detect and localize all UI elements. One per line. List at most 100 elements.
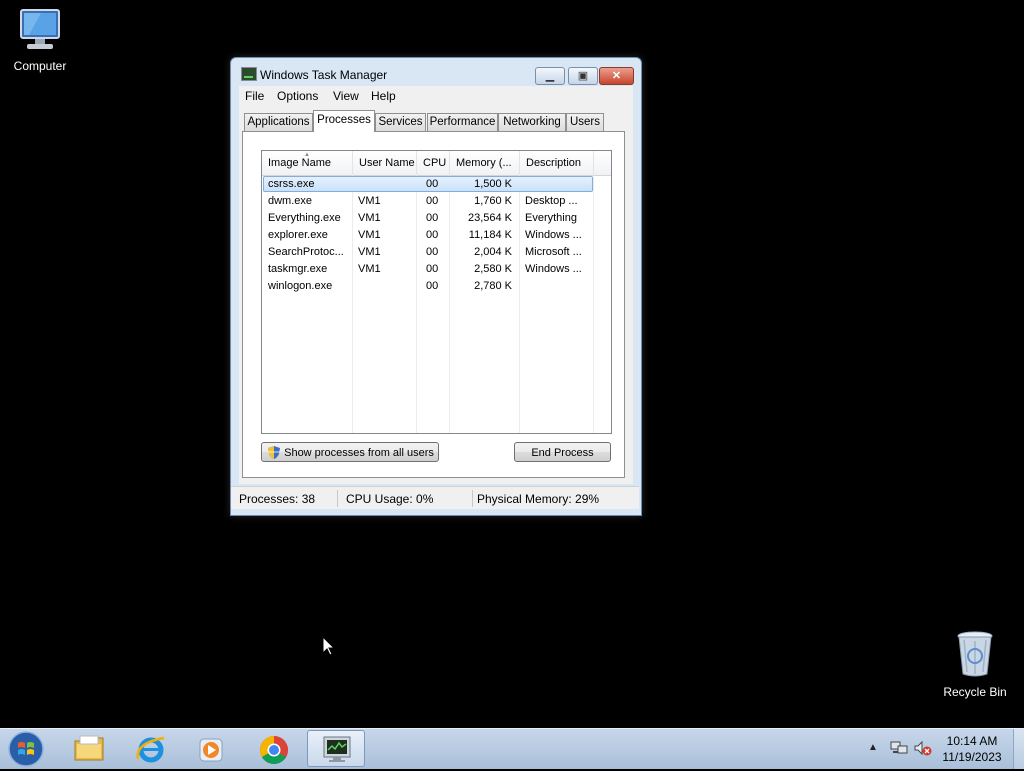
start-button[interactable] [6, 730, 46, 768]
cell-description: Desktop ... [525, 195, 578, 207]
minimize-button[interactable]: ▁ [535, 67, 565, 85]
menu-options[interactable]: Options [277, 89, 318, 103]
menu-bar: File Options View Help [239, 86, 633, 106]
processes-panel: ▲ Image Name User Name CPU Memory (... D… [242, 131, 625, 478]
close-icon: ✕ [611, 70, 622, 82]
menu-file[interactable]: File [245, 89, 264, 103]
cell-cpu: 00 [426, 178, 439, 190]
cell-image-name: csrss.exe [268, 178, 315, 190]
show-all-processes-label: Show processes from all users [284, 447, 434, 459]
cell-user-name: VM1 [358, 246, 381, 258]
desktop-icon-label: Recycle Bin [943, 685, 1007, 699]
windows-start-icon [8, 731, 44, 767]
tab-networking[interactable]: Networking [498, 113, 566, 131]
sort-ascending-icon: ▲ [304, 152, 310, 158]
cell-image-name: SearchProtoc... [268, 246, 344, 258]
table-row[interactable]: SearchProtoc... VM1 00 2,004 K Microsoft… [262, 244, 611, 261]
cell-cpu: 00 [426, 280, 439, 292]
title-bar[interactable]: Windows Task Manager ▁ ▣ ✕ [231, 58, 641, 88]
table-row[interactable]: winlogon.exe 00 2,780 K [262, 278, 611, 295]
table-row[interactable]: taskmgr.exe VM1 00 2,580 K Windows ... [262, 261, 611, 278]
cell-memory: 11,184 K [468, 229, 512, 241]
table-row[interactable]: Everything.exe VM1 00 23,564 K Everythin… [262, 210, 611, 227]
window-title: Windows Task Manager [260, 68, 388, 82]
show-all-processes-button[interactable]: Show processes from all users [261, 442, 439, 462]
cell-cpu: 00 [426, 263, 439, 275]
taskbar-chrome-button[interactable] [245, 730, 303, 767]
maximize-button[interactable]: ▣ [568, 67, 598, 85]
cell-cpu: 00 [426, 212, 439, 224]
system-clock[interactable]: 10:14 AM 11/19/2023 [940, 733, 1004, 765]
tab-services[interactable]: Services [375, 113, 426, 131]
status-physical-memory: Physical Memory: 29% [477, 492, 600, 506]
chrome-icon [260, 736, 288, 764]
task-manager-icon [323, 736, 351, 762]
cell-memory: 2,780 K [474, 280, 512, 292]
column-memory[interactable]: Memory (... [450, 151, 520, 175]
menu-view[interactable]: View [333, 89, 359, 103]
clock-date: 11/19/2023 [942, 750, 1002, 764]
uac-shield-icon [268, 446, 280, 459]
desktop-icon-recycle-bin[interactable]: Recycle Bin [935, 630, 1015, 699]
mouse-cursor-icon [323, 637, 335, 656]
taskbar-internet-explorer-button[interactable] [122, 730, 180, 767]
status-bar: Processes: 38 CPU Usage: 0% Physical Mem… [231, 486, 639, 509]
cell-cpu: 00 [426, 246, 439, 258]
status-cpu-usage: CPU Usage: 0% [346, 492, 434, 506]
cell-image-name: winlogon.exe [268, 280, 333, 292]
cell-image-name: Everything.exe [268, 212, 341, 224]
cell-description: Everything [525, 212, 577, 224]
cell-image-name: explorer.exe [268, 229, 328, 241]
status-divider [337, 490, 338, 507]
column-image-name[interactable]: ▲ Image Name [262, 151, 353, 175]
desktop-icon-label: Computer [13, 59, 67, 73]
process-list[interactable]: ▲ Image Name User Name CPU Memory (... D… [261, 150, 612, 434]
cell-user-name: VM1 [358, 263, 381, 275]
tab-performance[interactable]: Performance [427, 113, 498, 131]
volume-muted-icon[interactable] [914, 740, 932, 756]
taskbar-explorer-button[interactable] [60, 730, 118, 767]
menu-help[interactable]: Help [371, 89, 396, 103]
close-button[interactable]: ✕ [599, 67, 634, 85]
cell-memory: 2,580 K [474, 263, 512, 275]
table-row[interactable]: dwm.exe VM1 00 1,760 K Desktop ... [262, 193, 611, 210]
internet-explorer-icon [136, 736, 165, 763]
table-row[interactable]: explorer.exe VM1 00 11,184 K Windows ... [262, 227, 611, 244]
tab-processes[interactable]: Processes [313, 110, 375, 132]
folder-icon [74, 735, 104, 761]
task-manager-icon [241, 67, 257, 81]
column-description[interactable]: Description [520, 151, 594, 175]
tab-applications[interactable]: Applications [244, 113, 313, 131]
cell-cpu: 00 [426, 229, 439, 241]
process-list-header: ▲ Image Name User Name CPU Memory (... D… [262, 151, 611, 176]
task-manager-window: Windows Task Manager ▁ ▣ ✕ File Options … [230, 57, 642, 516]
clock-time: 10:14 AM [946, 734, 998, 748]
cell-user-name: VM1 [358, 229, 381, 241]
cell-description: Windows ... [525, 229, 582, 241]
cell-description: Microsoft ... [525, 246, 582, 258]
maximize-icon: ▣ [577, 70, 589, 82]
cell-description: Windows ... [525, 263, 582, 275]
media-player-icon [199, 738, 223, 762]
tab-users[interactable]: Users [566, 113, 604, 131]
status-divider [472, 490, 473, 507]
minimize-icon: ▁ [545, 70, 555, 82]
cell-memory: 1,760 K [474, 195, 512, 207]
taskbar-media-player-button[interactable] [182, 730, 240, 767]
cell-cpu: 00 [426, 195, 439, 207]
recycle-bin-icon [935, 630, 1015, 681]
show-desktop-button[interactable] [1013, 729, 1024, 769]
network-icon[interactable] [890, 740, 908, 756]
end-process-button[interactable]: End Process [514, 442, 611, 462]
status-processes: Processes: 38 [239, 492, 316, 506]
cell-user-name: VM1 [358, 212, 381, 224]
taskbar-task-manager-button[interactable] [307, 730, 365, 767]
taskbar: ▲ 10:14 AM 11/19/2023 [0, 728, 1024, 769]
table-row[interactable]: csrss.exe 00 1,500 K [262, 176, 611, 193]
desktop-icon-computer[interactable]: Computer [0, 8, 80, 73]
column-cpu[interactable]: CPU [417, 151, 450, 175]
show-hidden-icons-icon[interactable]: ▲ [868, 742, 878, 753]
column-label: Image Name [268, 157, 331, 169]
column-user-name[interactable]: User Name [353, 151, 417, 175]
window-client: Applications Processes Services Performa… [239, 106, 633, 484]
